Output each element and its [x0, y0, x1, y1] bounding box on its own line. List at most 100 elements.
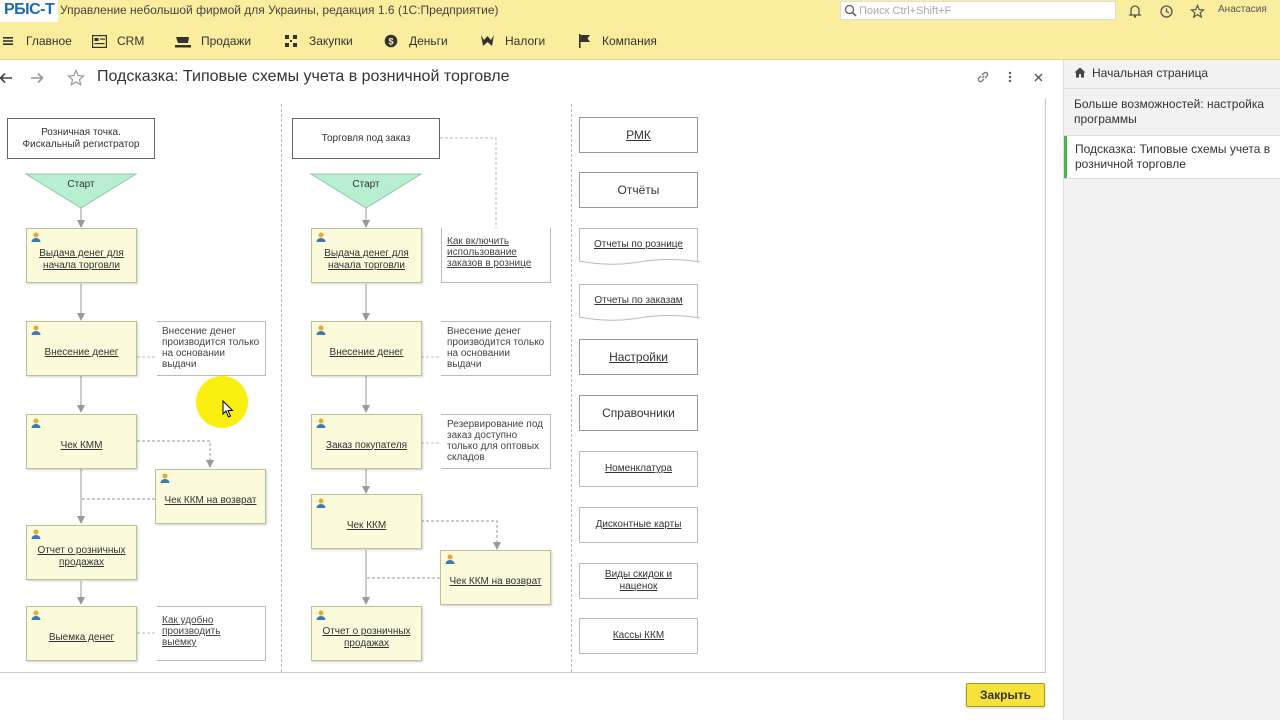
close-icon[interactable] [1029, 68, 1047, 86]
scheme-box-link[interactable]: Чек ККМ на возврат [449, 576, 541, 588]
order-reports-link[interactable]: Отчеты по заказам [579, 284, 700, 321]
scheme-note: Внесение денег производится только на ос… [162, 326, 260, 370]
form-header: Подсказка: Типовые схемы учета в розничн… [0, 60, 1060, 96]
scheme-box-link[interactable]: Чек ККМ [347, 520, 386, 532]
favorite-button[interactable] [66, 68, 86, 88]
user-icon [31, 232, 41, 242]
section-purchases[interactable]: Закупки [283, 32, 353, 50]
link-text[interactable]: Настройки [609, 351, 668, 363]
purchases-icon [283, 33, 299, 49]
link-text[interactable]: Номенклатура [605, 463, 672, 475]
link-text[interactable]: РМК [626, 129, 651, 141]
scheme-box-link[interactable]: Чек КММ [61, 440, 103, 452]
link-text[interactable]: Кассы ККМ [613, 630, 664, 642]
section-label: Компания [602, 34, 657, 48]
taxes-icon [479, 33, 495, 49]
scheme-box[interactable]: Внесение денег [311, 321, 422, 376]
scheme-note: Внесение денег производится только на ос… [447, 326, 545, 370]
more-options-icon[interactable] [1001, 68, 1019, 86]
cash-registers-link[interactable]: Кассы ККМ [579, 618, 698, 654]
scheme-box-link[interactable]: Отчет о розничных продажах [33, 545, 130, 569]
link-icon[interactable] [974, 68, 992, 86]
forward-button[interactable] [27, 68, 47, 88]
bell-icon[interactable] [1126, 2, 1144, 20]
section-label: Закупки [309, 34, 353, 48]
scheme-note-link-text[interactable]: Как включить использование заказов в роз… [447, 236, 531, 269]
catalogs-heading: Справочники [579, 395, 698, 431]
arrow-right-icon [31, 72, 44, 84]
discount-cards-link[interactable]: Дисконтные карты [579, 507, 698, 543]
open-window-home[interactable]: Начальная страница [1064, 66, 1280, 81]
scheme-box[interactable]: Выемка денег [26, 606, 137, 661]
arrow-left-icon [0, 72, 12, 84]
section-label: Налоги [505, 34, 546, 48]
scheme-note-link[interactable]: Как удобно производить выемку [162, 615, 252, 648]
star-icon[interactable] [1188, 2, 1206, 20]
money-icon: $ [383, 33, 399, 49]
rmk-link[interactable]: РМК [579, 117, 698, 153]
link-text[interactable]: Дисконтные карты [596, 519, 682, 531]
scheme-box-link[interactable]: Отчет о розничных продажах [318, 626, 415, 650]
column-divider [571, 104, 572, 672]
scheme-box-link[interactable]: Внесение денег [330, 347, 404, 359]
scheme-box-link[interactable]: Выдача денег для начала торговли [318, 248, 415, 272]
link-text[interactable]: Виды скидок и наценок [599, 569, 679, 593]
section-taxes[interactable]: Налоги [479, 32, 545, 50]
scheme-box[interactable]: Выдача денег для начала торговли [26, 228, 137, 283]
app-title: Управление небольшой фирмой для Украины,… [60, 3, 499, 17]
global-search-input[interactable]: Поиск Ctrl+Shift+F [840, 1, 1116, 20]
settings-link[interactable]: Настройки [579, 339, 698, 375]
scheme-note: Резервирование под заказ доступно только… [447, 419, 543, 463]
scheme-box[interactable]: Чек ККМ на возврат [440, 550, 551, 605]
user-icon [160, 473, 170, 483]
column-header-text: Торговля под заказ [321, 132, 411, 144]
crm-icon [91, 33, 107, 49]
user-icon [31, 610, 41, 620]
scheme-box-link[interactable]: Внесение денег [45, 347, 119, 359]
close-button[interactable]: Закрыть [966, 683, 1045, 707]
scheme-note-link-text[interactable]: Как удобно производить выемку [162, 615, 220, 648]
section-main[interactable]: Главное [0, 32, 72, 50]
scheme-box[interactable]: Чек ККМ на возврат [155, 469, 266, 524]
scheme-box[interactable]: Отчет о розничных продажах [26, 525, 137, 580]
start-label: Старт [352, 179, 380, 190]
heading-text: Отчёты [617, 183, 660, 197]
scheme-box-link[interactable]: Выдача денег для начала торговли [33, 248, 130, 272]
back-button[interactable] [0, 68, 16, 88]
search-icon [844, 4, 857, 17]
section-crm[interactable]: CRM [91, 32, 144, 50]
user-icon [316, 610, 326, 620]
open-window-label: Подсказка: Типовые схемы учета в розничн… [1075, 142, 1271, 171]
history-icon[interactable] [1157, 2, 1175, 20]
open-window-settings[interactable]: Больше возможностей: настройка программы [1064, 97, 1280, 127]
star-outline-icon [67, 69, 85, 87]
user-icon [316, 325, 326, 335]
retail-reports-link[interactable]: Отчеты по рознице [579, 228, 700, 265]
form-title: Подсказка: Типовые схемы учета в розничн… [97, 68, 510, 85]
scheme-box[interactable]: Отчет о розничных продажах [311, 606, 422, 661]
scheme-box-link[interactable]: Выемка денег [49, 632, 114, 644]
scheme-box[interactable]: Чек КММ [26, 414, 137, 469]
link-text[interactable]: Отчеты по заказам [594, 295, 682, 307]
scheme-box[interactable]: Заказ покупателя [311, 414, 422, 469]
scheme-note-link[interactable]: Как включить использование заказов в роз… [447, 236, 547, 269]
section-company[interactable]: Компания [576, 32, 657, 50]
scheme-box[interactable]: Внесение денег [26, 321, 137, 376]
title-bar: РБIC-T Управление небольшой фирмой для У… [0, 0, 1280, 22]
user-name[interactable]: Анастасия [1218, 4, 1267, 15]
scheme-box-link[interactable]: Заказ покупателя [326, 440, 407, 452]
sections-bar: Главное CRM Продажи Закупки $ Деньги Нал… [0, 22, 1280, 60]
scheme-box[interactable]: Чек ККМ [311, 494, 422, 549]
wavy-edge [579, 315, 700, 321]
column-header-retail: Розничная точка. Фискальный регистратор [7, 118, 155, 159]
section-label: Главное [26, 34, 72, 48]
section-sales[interactable]: Продажи [175, 32, 251, 50]
scheme-box-link[interactable]: Чек ККМ на возврат [164, 495, 256, 507]
open-window-label: Больше возможностей: настройка программы [1074, 97, 1265, 126]
open-window-hint[interactable]: Подсказка: Типовые схемы учета в розничн… [1064, 136, 1280, 178]
section-money[interactable]: $ Деньги [383, 32, 448, 50]
discount-types-link[interactable]: Виды скидок и наценок [579, 563, 698, 599]
link-text[interactable]: Отчеты по рознице [594, 239, 683, 251]
scheme-box[interactable]: Выдача денег для начала торговли [311, 228, 422, 283]
nomenclature-link[interactable]: Номенклатура [579, 451, 698, 487]
